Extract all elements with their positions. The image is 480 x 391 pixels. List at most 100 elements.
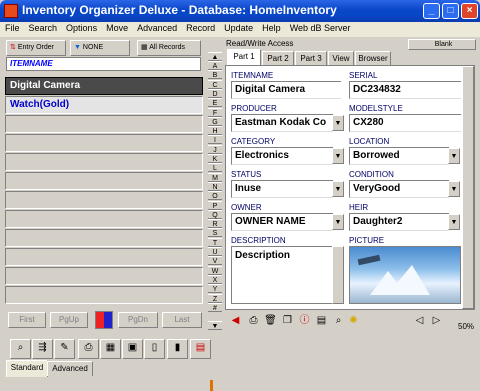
list-item[interactable] bbox=[5, 229, 203, 247]
back-arrow-icon[interactable]: ◀ bbox=[228, 314, 243, 328]
info-icon[interactable]: ⓘ bbox=[297, 314, 312, 328]
tab-part3[interactable]: Part 3 bbox=[295, 51, 327, 65]
none-filter-button[interactable]: ▼ NONE bbox=[70, 40, 130, 56]
alpha-index-item[interactable]: I bbox=[208, 135, 222, 145]
description-scrollbar[interactable] bbox=[332, 246, 344, 304]
category-dropdown[interactable]: ▼ bbox=[332, 148, 344, 164]
alpha-index-item[interactable]: Q bbox=[208, 209, 222, 219]
alpha-index-item[interactable]: T bbox=[208, 237, 222, 247]
menu-help[interactable]: Help bbox=[257, 22, 285, 33]
alpha-up-arrow-icon[interactable]: ▲ bbox=[208, 52, 222, 61]
pgdn-button[interactable]: PgDn bbox=[118, 312, 158, 328]
chart-icon[interactable]: ▮ bbox=[167, 339, 188, 359]
producer-dropdown[interactable]: ▼ bbox=[332, 115, 344, 131]
alpha-index-item[interactable]: U bbox=[208, 247, 222, 256]
last-button[interactable]: Last bbox=[162, 312, 202, 328]
list-item[interactable] bbox=[5, 267, 203, 285]
list-field-header[interactable]: ITEMNAME bbox=[6, 57, 201, 71]
alpha-index-item[interactable]: V bbox=[208, 256, 222, 266]
list-item[interactable] bbox=[5, 248, 203, 266]
list-item[interactable] bbox=[5, 191, 203, 209]
list-item[interactable] bbox=[5, 286, 203, 304]
lightbulb-icon[interactable]: ✺ bbox=[346, 314, 361, 328]
entry-order-button[interactable]: ⇅ Entry Order bbox=[6, 40, 66, 56]
tab-part2[interactable]: Part 2 bbox=[262, 51, 294, 65]
list-item[interactable]: Watch(Gold) bbox=[5, 96, 203, 114]
pgup-button[interactable]: PgUp bbox=[50, 312, 88, 328]
status-field[interactable]: Inuse bbox=[231, 180, 333, 198]
alpha-index-item[interactable]: O bbox=[208, 191, 222, 201]
alpha-index-item[interactable]: L bbox=[208, 163, 222, 173]
alpha-index-item[interactable]: Z bbox=[208, 293, 222, 303]
tab-standard[interactable]: Standard bbox=[6, 360, 48, 377]
tools-icon[interactable]: ✎ bbox=[54, 339, 75, 359]
tab-part1[interactable]: Part 1 bbox=[227, 49, 261, 66]
location-field[interactable]: Borrowed bbox=[349, 147, 449, 165]
menu-move[interactable]: Move bbox=[101, 22, 132, 33]
alpha-index-item[interactable]: P bbox=[208, 200, 222, 210]
alpha-index-item[interactable]: S bbox=[208, 228, 222, 238]
document-icon[interactable]: ▯ bbox=[144, 339, 165, 359]
alpha-index-item[interactable]: W bbox=[208, 265, 222, 275]
copy-icon[interactable]: ❐ bbox=[280, 314, 295, 328]
alpha-index-item[interactable]: M bbox=[208, 172, 222, 182]
find-icon[interactable]: ⌕ bbox=[331, 314, 346, 328]
minimize-button[interactable]: _ bbox=[423, 3, 440, 19]
modelstyle-field[interactable]: CX280 bbox=[349, 114, 461, 132]
tab-browser[interactable]: Browser bbox=[355, 51, 391, 65]
alpha-index-item[interactable]: H bbox=[208, 126, 222, 136]
picture-image[interactable] bbox=[349, 246, 461, 304]
alpha-index-item[interactable]: E bbox=[208, 98, 222, 108]
alpha-index-item[interactable]: C bbox=[208, 79, 222, 89]
alpha-index-item[interactable]: N bbox=[208, 181, 222, 191]
filter-records-icon[interactable]: ⇶ bbox=[32, 339, 53, 359]
print-icon[interactable]: ⎙ bbox=[246, 314, 261, 328]
itemname-field[interactable]: Digital Camera bbox=[231, 81, 341, 99]
serial-field[interactable]: DC234832 bbox=[349, 81, 461, 99]
alpha-index-item[interactable]: Y bbox=[208, 284, 222, 294]
list-item[interactable] bbox=[5, 134, 203, 152]
all-records-button[interactable]: ▦ All Records bbox=[137, 40, 201, 56]
menu-advanced[interactable]: Advanced bbox=[132, 22, 181, 33]
list-item[interactable] bbox=[5, 153, 203, 171]
close-button[interactable]: × bbox=[461, 3, 478, 19]
printer-icon[interactable]: ⎙ bbox=[78, 339, 99, 359]
list-item[interactable]: Digital Camera bbox=[5, 77, 203, 95]
producer-field[interactable]: Eastman Kodak Co bbox=[231, 114, 333, 132]
notes-icon[interactable]: ▤ bbox=[314, 314, 329, 328]
delete-icon[interactable]: 🗑 bbox=[263, 314, 278, 328]
menu-options[interactable]: Options bbox=[61, 22, 101, 33]
calculator-icon[interactable]: ▤ bbox=[190, 339, 211, 359]
heir-field[interactable]: Daughter2 bbox=[349, 213, 449, 231]
list-item[interactable] bbox=[5, 115, 203, 133]
tab-view[interactable]: View bbox=[328, 51, 354, 65]
alpha-index-item[interactable]: K bbox=[208, 154, 222, 163]
alpha-index-item[interactable]: F bbox=[208, 107, 222, 117]
search-icon[interactable]: ⌕ bbox=[10, 339, 31, 359]
alpha-index-item[interactable]: # bbox=[208, 302, 222, 312]
blank-button[interactable]: Blank bbox=[408, 39, 476, 50]
alpha-index-item[interactable]: G bbox=[208, 116, 222, 126]
first-button[interactable]: First bbox=[8, 312, 46, 328]
form-scrollbar[interactable] bbox=[462, 66, 474, 309]
colorful-logo-icon[interactable] bbox=[95, 311, 113, 329]
alpha-index-item[interactable]: R bbox=[208, 219, 222, 229]
alpha-index-item[interactable]: D bbox=[208, 88, 222, 98]
condition-dropdown[interactable]: ▼ bbox=[448, 181, 460, 197]
next-picture-icon[interactable]: ▷ bbox=[429, 314, 444, 328]
prev-picture-icon[interactable]: ◁ bbox=[412, 314, 427, 328]
owner-dropdown[interactable]: ▼ bbox=[332, 214, 344, 230]
maximize-button[interactable]: □ bbox=[442, 3, 459, 19]
list-item[interactable] bbox=[5, 210, 203, 228]
calendar-icon[interactable]: ▣ bbox=[122, 339, 143, 359]
menu-file[interactable]: File bbox=[0, 22, 24, 33]
alpha-index-item[interactable]: B bbox=[208, 70, 222, 80]
alpha-index-item[interactable]: A bbox=[208, 61, 222, 70]
alpha-index-item[interactable]: X bbox=[208, 274, 222, 284]
status-dropdown[interactable]: ▼ bbox=[332, 181, 344, 197]
menu-search[interactable]: Search bbox=[24, 22, 62, 33]
heir-dropdown[interactable]: ▼ bbox=[448, 214, 460, 230]
category-field[interactable]: Electronics bbox=[231, 147, 333, 165]
location-dropdown[interactable]: ▼ bbox=[448, 148, 460, 164]
list-item[interactable] bbox=[5, 172, 203, 190]
